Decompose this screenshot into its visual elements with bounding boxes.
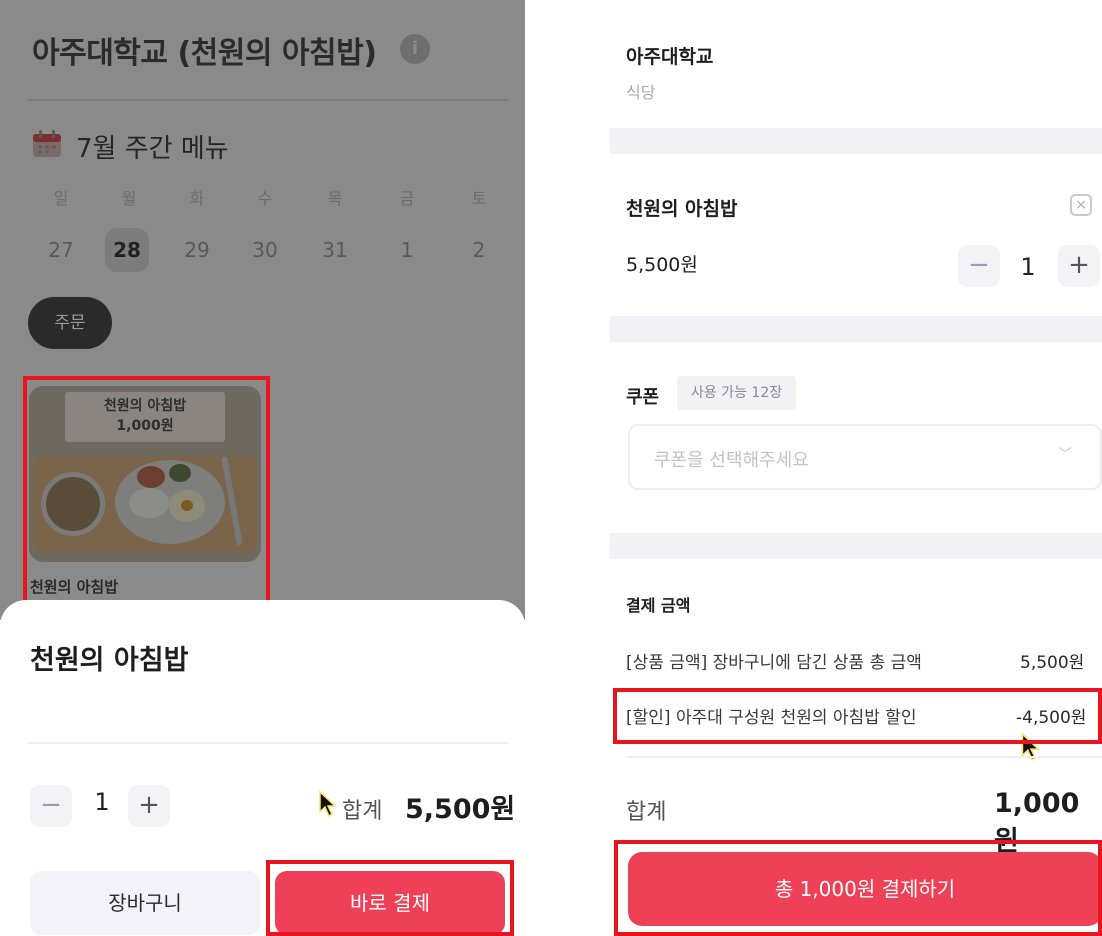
discount-label: [할인] 아주대 구성원 천원의 아침밥 할인 bbox=[626, 708, 917, 728]
date-29[interactable]: 29 bbox=[175, 238, 219, 262]
cart-quantity-value: 1 bbox=[1020, 253, 1036, 281]
section-separator bbox=[610, 533, 1102, 559]
dimmed-background[interactable]: 아주대학교 (천원의 아침밥) i 7월 주간 메뉴 일 월 화 수 목 금 토… bbox=[0, 0, 525, 620]
page-title: 아주대학교 (천원의 아침밥) bbox=[32, 36, 377, 71]
day-name-tue: 화 bbox=[189, 189, 205, 208]
quantity-minus-button[interactable]: − bbox=[30, 785, 72, 827]
coupon-label: 쿠폰 bbox=[626, 387, 660, 408]
cart-quantity-plus-button[interactable]: + bbox=[1058, 245, 1100, 287]
remove-item-icon[interactable]: × bbox=[1070, 194, 1092, 216]
day-name-fri: 금 bbox=[399, 189, 415, 208]
divider bbox=[28, 742, 508, 744]
left-panel: 아주대학교 (천원의 아침밥) i 7월 주간 메뉴 일 월 화 수 목 금 토… bbox=[0, 0, 525, 936]
chevron-down-icon: ﹀ bbox=[1058, 447, 1072, 463]
sign-line-2: 1,000원 bbox=[116, 418, 174, 434]
calendar-icon bbox=[33, 130, 61, 157]
date-27[interactable]: 27 bbox=[39, 238, 83, 262]
pay-now-button[interactable]: 바로 결제 bbox=[275, 871, 505, 935]
coupon-placeholder: 쿠폰을 선택해주세요 bbox=[654, 450, 809, 471]
egg-yolk bbox=[181, 500, 193, 511]
coupon-available-badge: 사용 가능 12장 bbox=[677, 376, 797, 410]
product-card-name[interactable]: 천원의 아침밥 bbox=[30, 576, 118, 597]
side-dish bbox=[137, 466, 165, 488]
side-greens bbox=[169, 464, 191, 482]
sign-line-1: 천원의 아침밥 bbox=[103, 398, 187, 414]
date-30[interactable]: 30 bbox=[243, 238, 287, 262]
section-separator bbox=[610, 128, 1102, 154]
right-panel: 아주대학교 식당 천원의 아침밥 × 5,500원 − 1 + 쿠폰 사용 가능… bbox=[610, 0, 1102, 936]
total-pay-button[interactable]: 총 1,000원 결제하기 bbox=[628, 852, 1102, 926]
mouse-cursor-icon bbox=[319, 790, 337, 818]
info-icon[interactable]: i bbox=[400, 34, 430, 64]
school-name: 아주대학교 bbox=[626, 46, 714, 68]
sum-label: 합계 bbox=[342, 799, 383, 824]
date-2[interactable]: 2 bbox=[457, 238, 501, 262]
quantity-plus-button[interactable]: + bbox=[128, 785, 170, 827]
menu-sign: 천원의 아침밥 1,000원 bbox=[65, 392, 225, 442]
sum-value: 5,500원 bbox=[405, 794, 516, 825]
product-amount-value: 5,500원 bbox=[1020, 653, 1085, 673]
bottom-sheet: 천원의 아침밥 − 1 + 합계 5,500원 장바구니 바로 결제 bbox=[0, 600, 525, 936]
rice bbox=[129, 488, 169, 518]
divider bbox=[28, 99, 508, 101]
cart-item-name: 천원의 아침밥 bbox=[626, 198, 738, 220]
divider bbox=[626, 756, 1102, 758]
discount-value: -4,500원 bbox=[1016, 708, 1087, 728]
payment-amount-title: 결제 금액 bbox=[626, 596, 691, 615]
cafeteria-name: 식당 bbox=[626, 83, 656, 102]
total-label: 합계 bbox=[626, 800, 667, 825]
day-name-wed: 수 bbox=[257, 189, 273, 208]
coupon-select[interactable]: 쿠폰을 선택해주세요 ﹀ bbox=[628, 424, 1102, 490]
soup-bowl bbox=[41, 472, 105, 536]
weekly-menu-title: 7월 주간 메뉴 bbox=[76, 134, 229, 164]
section-separator bbox=[610, 316, 1102, 342]
date-28-selected[interactable]: 28 bbox=[105, 228, 149, 272]
sheet-title: 천원의 아침밥 bbox=[30, 645, 189, 676]
day-name-sat: 토 bbox=[471, 189, 487, 208]
day-name-mon: 월 bbox=[121, 189, 137, 208]
day-name-sun: 일 bbox=[53, 189, 69, 208]
product-card-image[interactable]: 천원의 아침밥 1,000원 bbox=[29, 386, 261, 562]
date-31[interactable]: 31 bbox=[313, 238, 357, 262]
cart-quantity-minus-button[interactable]: − bbox=[958, 245, 1000, 287]
quantity-value: 1 bbox=[94, 788, 110, 816]
cart-item-price: 5,500원 bbox=[626, 254, 698, 276]
date-1[interactable]: 1 bbox=[385, 238, 429, 262]
product-amount-label: [상품 금액] 장바구니에 담긴 상품 총 금액 bbox=[626, 653, 922, 673]
order-chip-button[interactable]: 주문 bbox=[28, 297, 112, 349]
total-value: 1,000원 bbox=[994, 788, 1080, 857]
day-name-thu: 목 bbox=[327, 189, 343, 208]
cart-button[interactable]: 장바구니 bbox=[30, 871, 260, 935]
